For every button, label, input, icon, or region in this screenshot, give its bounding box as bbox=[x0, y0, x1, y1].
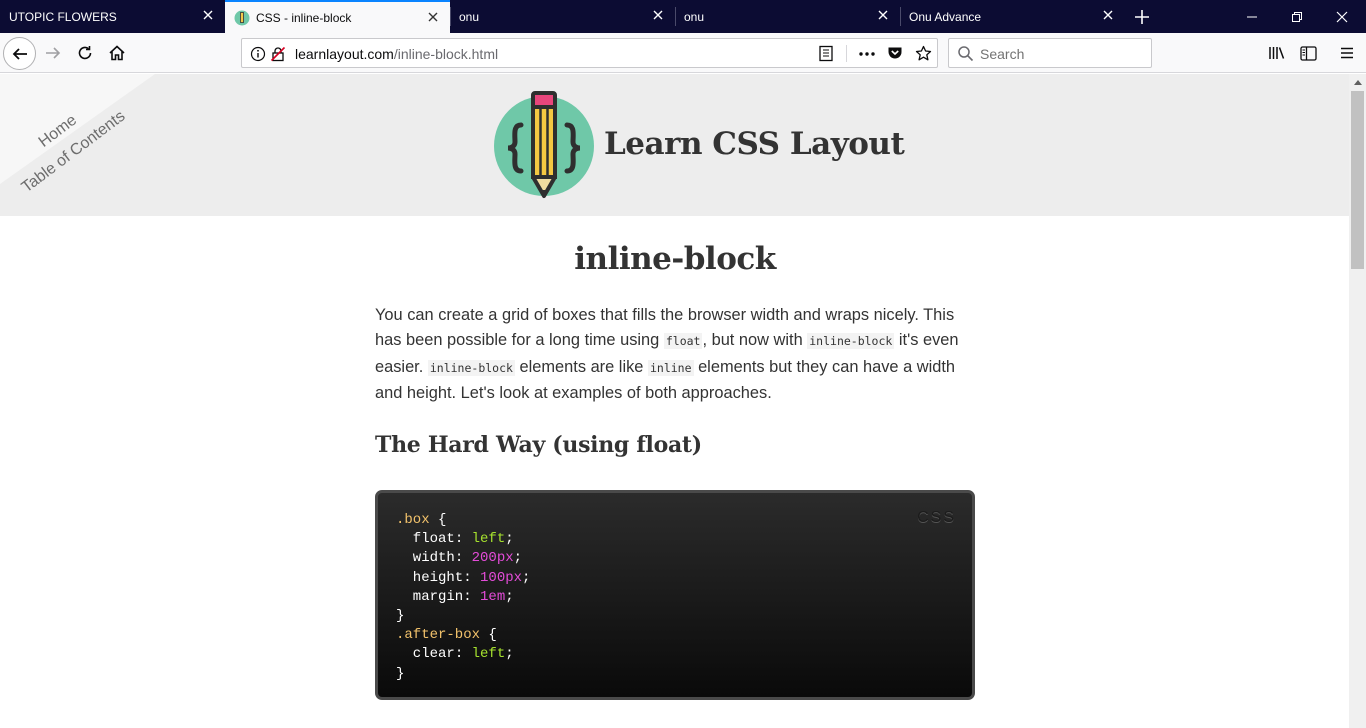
code-value: 200px bbox=[471, 550, 514, 567]
tab-onu-advance[interactable]: Onu Advance bbox=[900, 0, 1125, 33]
code-value: left bbox=[471, 646, 506, 663]
library-icon bbox=[1269, 47, 1285, 59]
inline-code: inline-block bbox=[807, 333, 895, 350]
code-property: width bbox=[396, 550, 455, 567]
search-bar[interactable]: Search bbox=[948, 38, 1152, 68]
tab-title: Onu Advance bbox=[909, 9, 982, 24]
tab-strip: UTOPIC FLOWERS CSS - inline-block onu on… bbox=[0, 0, 1366, 33]
section-heading: The Hard Way (using float) bbox=[375, 432, 702, 458]
learn-css-layout-logo[interactable] bbox=[493, 90, 595, 200]
close-icon[interactable] bbox=[1101, 8, 1115, 22]
pocket-icon[interactable] bbox=[887, 45, 903, 61]
reload-button[interactable] bbox=[72, 41, 98, 65]
separator bbox=[846, 45, 847, 62]
tab-onu-2[interactable]: onu bbox=[675, 0, 900, 33]
intro-text: , but now with bbox=[702, 331, 808, 350]
url-path: /inline-block.html bbox=[393, 46, 499, 62]
bookmark-star-icon[interactable] bbox=[915, 45, 932, 62]
intro-paragraph: You can create a grid of boxes that fill… bbox=[375, 303, 975, 406]
menu-button[interactable] bbox=[1334, 41, 1360, 65]
reader-view-icon[interactable] bbox=[818, 45, 834, 62]
code-listing: .box { float: left; width: 200px; height… bbox=[396, 512, 531, 682]
code-block: CSS .box { float: left; width: 200px; he… bbox=[375, 490, 975, 700]
scrollbar-thumb[interactable] bbox=[1351, 91, 1364, 269]
code-brace: } bbox=[396, 608, 405, 625]
page-actions-icon[interactable] bbox=[858, 46, 876, 62]
sidebar-toggle-button[interactable] bbox=[1295, 41, 1321, 65]
intro-text: elements are like bbox=[514, 357, 648, 376]
tab-title: CSS - inline-block bbox=[256, 10, 352, 25]
forward-button[interactable] bbox=[40, 41, 66, 65]
code-selector: .after-box bbox=[396, 627, 481, 644]
home-button[interactable] bbox=[104, 41, 130, 65]
search-icon bbox=[958, 46, 974, 62]
code-language-label: CSS bbox=[917, 509, 956, 526]
site-header: Home Table of Contents Learn CSS Layout bbox=[0, 74, 1349, 216]
minimize-button[interactable] bbox=[1229, 0, 1274, 33]
tab-utopic-flowers[interactable]: UTOPIC FLOWERS bbox=[0, 0, 225, 33]
arrow-left-icon bbox=[12, 47, 27, 60]
inline-code: inline-block bbox=[427, 359, 515, 376]
page-title: inline-block bbox=[574, 241, 776, 277]
navigation-toolbar: learnlayout.com/inline-block.html Search bbox=[0, 33, 1366, 73]
vertical-scrollbar[interactable] bbox=[1349, 74, 1366, 728]
tab-title: UTOPIC FLOWERS bbox=[9, 9, 117, 24]
code-value: 1em bbox=[480, 588, 506, 605]
close-icon[interactable] bbox=[651, 8, 665, 22]
hamburger-menu-icon bbox=[1341, 47, 1353, 59]
code-property: margin bbox=[396, 588, 464, 605]
inline-code: inline bbox=[647, 359, 694, 376]
tab-css-inline-block[interactable]: CSS - inline-block bbox=[225, 0, 450, 33]
code-value: 100px bbox=[480, 569, 523, 586]
close-window-button[interactable] bbox=[1319, 0, 1364, 33]
code-selector: .box bbox=[396, 512, 430, 528]
reload-icon bbox=[78, 46, 92, 60]
close-icon[interactable] bbox=[201, 8, 215, 22]
arrow-right-icon bbox=[46, 47, 61, 59]
restore-icon bbox=[1291, 11, 1302, 22]
minimize-icon bbox=[1246, 16, 1257, 17]
plus-icon bbox=[1134, 9, 1149, 24]
learnlayout-favicon-icon bbox=[234, 10, 250, 25]
restore-button[interactable] bbox=[1274, 0, 1319, 33]
info-icon[interactable] bbox=[250, 46, 266, 62]
code-brace: } bbox=[396, 665, 405, 682]
library-button[interactable] bbox=[1264, 41, 1290, 65]
back-button[interactable] bbox=[3, 37, 36, 70]
code-brace: { bbox=[480, 627, 497, 644]
home-icon bbox=[109, 45, 125, 61]
code-brace: { bbox=[429, 512, 447, 528]
tab-title: onu bbox=[459, 9, 480, 24]
insecure-lock-icon[interactable] bbox=[270, 46, 286, 62]
code-property: float bbox=[396, 531, 455, 548]
scroll-up-button[interactable] bbox=[1349, 74, 1366, 91]
inline-code: float bbox=[663, 333, 703, 350]
close-icon bbox=[1336, 11, 1347, 22]
page-viewport: Home Table of Contents Learn CSS Layout … bbox=[0, 74, 1349, 728]
chevron-up-icon bbox=[1353, 80, 1362, 85]
close-icon[interactable] bbox=[426, 10, 440, 24]
url-text[interactable]: learnlayout.com/inline-block.html bbox=[295, 46, 498, 62]
sidebar-icon bbox=[1299, 45, 1317, 61]
code-property: clear bbox=[396, 646, 455, 663]
code-value: left bbox=[471, 531, 506, 548]
new-tab-button[interactable] bbox=[1125, 0, 1158, 33]
tab-onu-1[interactable]: onu bbox=[450, 0, 675, 33]
url-domain: learnlayout.com bbox=[295, 46, 394, 62]
close-icon[interactable] bbox=[876, 8, 890, 22]
code-property: height bbox=[396, 569, 464, 586]
site-title[interactable]: Learn CSS Layout bbox=[604, 126, 905, 162]
tab-title: onu bbox=[684, 9, 705, 24]
url-bar[interactable]: learnlayout.com/inline-block.html bbox=[241, 38, 938, 68]
search-placeholder: Search bbox=[980, 46, 1025, 62]
